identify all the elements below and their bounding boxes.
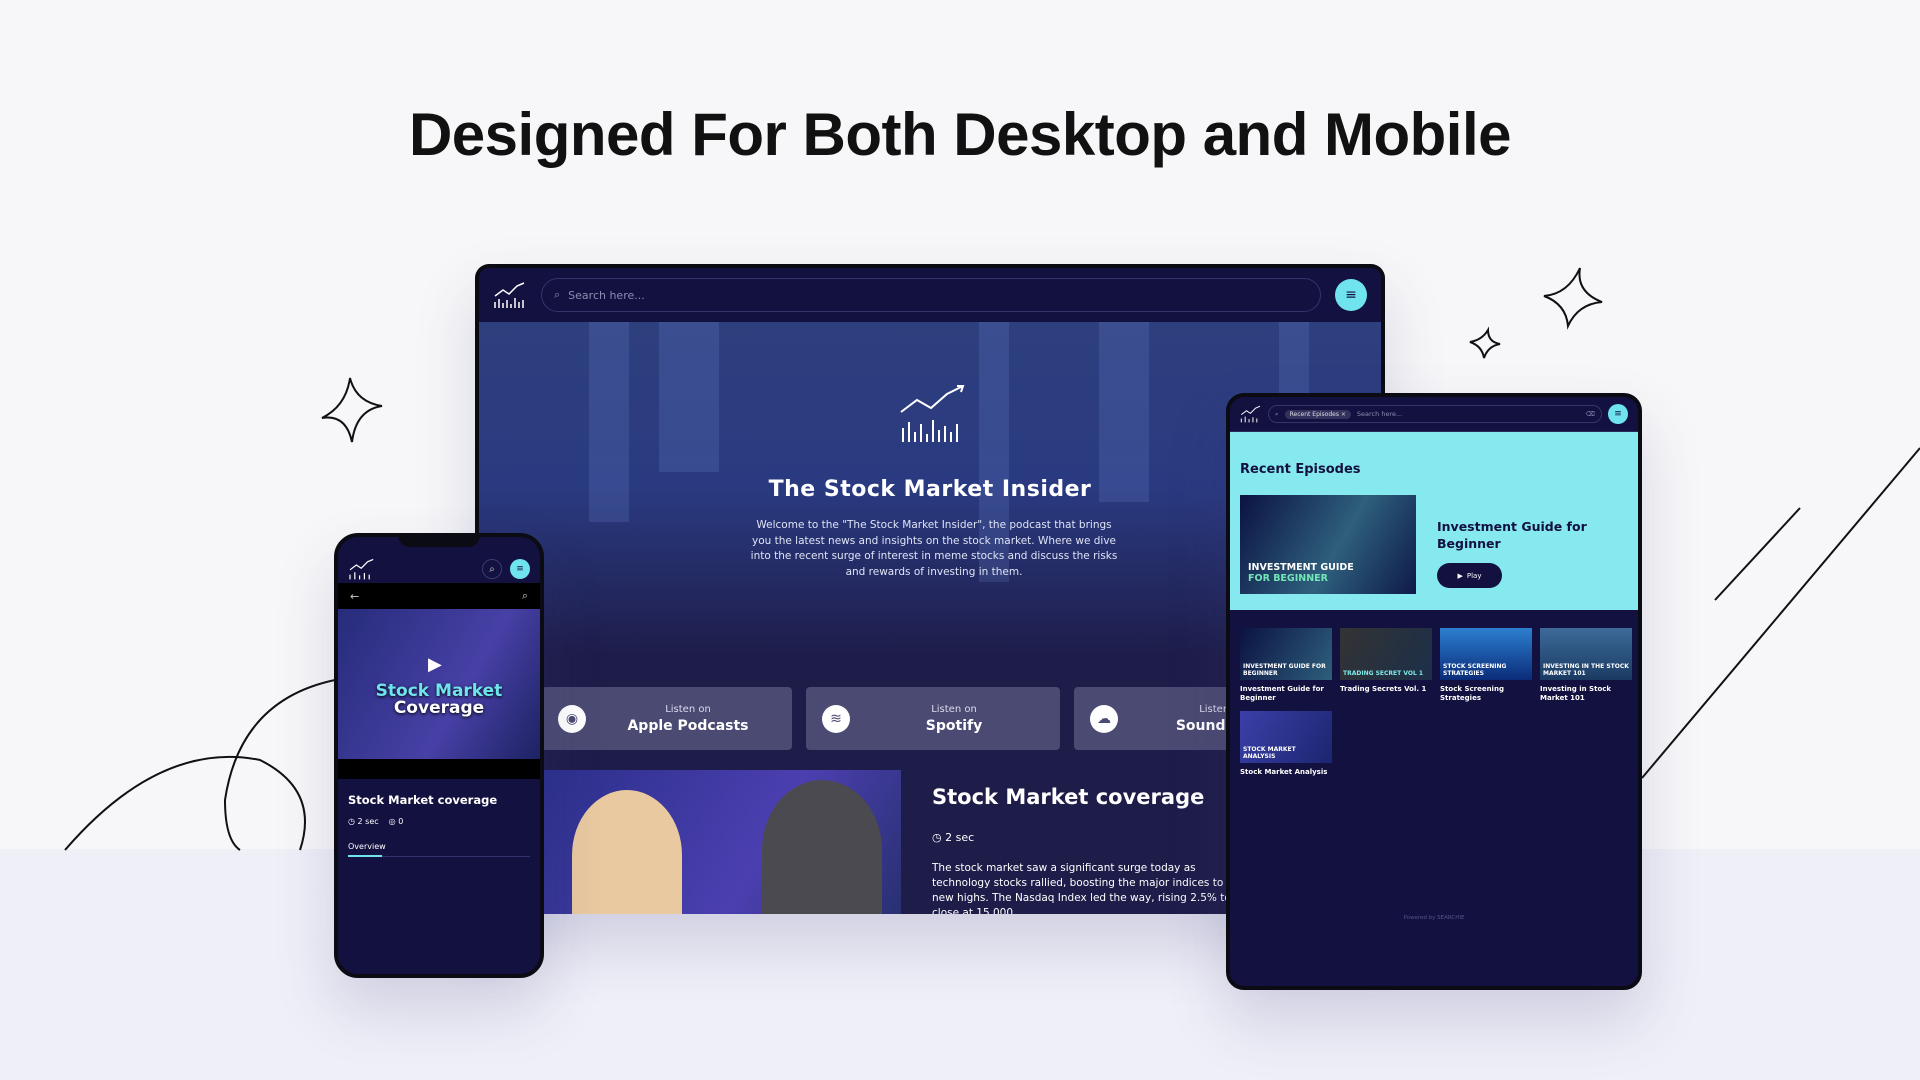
episode-grid: INVESTMENT GUIDE FOR BEGINNER Investment … bbox=[1230, 610, 1638, 795]
tab-overview[interactable]: Overview bbox=[348, 842, 530, 857]
play-icon[interactable]: ▶ bbox=[428, 654, 442, 675]
thumb: INVESTING IN THE STOCK MARKET 101 bbox=[1540, 628, 1632, 680]
featured-title: Investment Guide for Beginner bbox=[1437, 519, 1587, 551]
apple-podcasts-button[interactable]: ◉ Listen on Apple Podcasts bbox=[542, 687, 792, 750]
spotify-button[interactable]: ≋ Listen on Spotify bbox=[806, 687, 1060, 750]
card-label: Trading Secrets Vol. 1 bbox=[1340, 685, 1427, 693]
logo-icon bbox=[1240, 405, 1261, 423]
platform-name: Spotify bbox=[925, 717, 983, 734]
menu-button[interactable]: ≡ bbox=[510, 559, 530, 579]
phone-notch bbox=[398, 537, 480, 547]
curve-line bbox=[223, 679, 336, 851]
episode-description: The stock market saw a significant surge… bbox=[932, 862, 1231, 914]
episode-thumbnail[interactable] bbox=[542, 770, 901, 914]
hamburger-icon: ≡ bbox=[516, 564, 524, 574]
episode-card[interactable]: STOCK SCREENING STRATEGIES Stock Screenin… bbox=[1440, 628, 1532, 703]
search-button[interactable]: ⌕ bbox=[482, 559, 502, 579]
card-label: Stock Screening Strategies bbox=[1440, 685, 1504, 702]
sparkle-icon bbox=[1469, 326, 1501, 359]
thumb: INVESTMENT GUIDE FOR BEGINNER bbox=[1240, 628, 1332, 680]
platform-prefix: Listen on bbox=[931, 703, 977, 715]
card-label: Investment Guide for Beginner bbox=[1240, 685, 1324, 702]
phone-nav: ← ⌕ bbox=[338, 583, 540, 609]
powered-by: Powered by SEARCHIE bbox=[1403, 915, 1465, 921]
hero-description: Welcome to the "The Stock Market Insider… bbox=[750, 519, 1118, 578]
search-placeholder: Search here... bbox=[1356, 410, 1403, 418]
logo-icon bbox=[494, 282, 525, 308]
curve-line bbox=[64, 756, 306, 851]
search-input[interactable]: ⌕ Search here... bbox=[541, 278, 1321, 312]
diagonal-line bbox=[1641, 447, 1920, 779]
platform-prefix: Listen on bbox=[665, 703, 711, 715]
hero-logo-icon bbox=[900, 385, 965, 442]
search-icon: ⌕ bbox=[1275, 409, 1279, 418]
comments: ◎ 0 bbox=[388, 817, 404, 826]
play-button[interactable]: ▶ Play bbox=[1437, 563, 1502, 588]
episode-card[interactable]: STOCK MARKET ANALYSIS Stock Market Analys… bbox=[1240, 711, 1332, 777]
thumb: STOCK SCREENING STRATEGIES bbox=[1440, 628, 1532, 680]
card-label: Stock Market Analysis bbox=[1240, 768, 1328, 776]
soundcloud-icon: ☁ bbox=[1090, 704, 1118, 733]
back-arrow-icon[interactable]: ← bbox=[350, 590, 359, 603]
chip-label: Recent Episodes bbox=[1289, 410, 1339, 418]
thumb-line2: FOR BEGINNER bbox=[1248, 573, 1328, 584]
desktop-header: ⌕ Search here... ≡ bbox=[479, 268, 1381, 322]
menu-button[interactable]: ≡ bbox=[1608, 404, 1628, 424]
comments-count: 0 bbox=[398, 817, 404, 826]
play-icon: ▶ bbox=[1457, 571, 1463, 580]
thumb-line1: INVESTMENT GUIDE bbox=[1248, 562, 1354, 573]
episode-title: Stock Market coverage bbox=[348, 793, 498, 807]
sparkle-icon bbox=[1543, 267, 1603, 330]
hamburger-icon: ≡ bbox=[1345, 287, 1357, 303]
duration-text: 2 sec bbox=[945, 831, 975, 844]
search-icon[interactable]: ⌕ bbox=[522, 589, 528, 603]
episode-card[interactable]: INVESTMENT GUIDE FOR BEGINNER Investment … bbox=[1240, 628, 1332, 703]
duration-text: 2 sec bbox=[357, 817, 379, 826]
clock-icon: ◷ bbox=[932, 831, 942, 844]
episode-title: Stock Market coverage bbox=[932, 785, 1205, 809]
search-input[interactable]: ⌕ Recent Episodes × Search here... ⌫ bbox=[1268, 405, 1602, 423]
diagonal-line bbox=[1714, 507, 1801, 601]
episode-card[interactable]: TRADING SECRET VOL 1 Trading Secrets Vol.… bbox=[1340, 628, 1432, 703]
phone-mockup: ⌕ ≡ ← ⌕ ▶ Stock Market Coverage Stock Mar… bbox=[334, 533, 544, 978]
tablet-mockup: ⌕ Recent Episodes × Search here... ⌫ ≡ Rece… bbox=[1226, 393, 1642, 990]
logo-icon bbox=[349, 558, 374, 580]
spotify-icon: ≋ bbox=[822, 704, 850, 733]
featured-thumbnail[interactable]: INVESTMENT GUIDE FOR BEGINNER bbox=[1240, 495, 1416, 594]
thumb: TRADING SECRET VOL 1 bbox=[1340, 628, 1432, 680]
clear-icon[interactable]: ⌫ bbox=[1586, 410, 1595, 418]
menu-button[interactable]: ≡ bbox=[1335, 279, 1367, 311]
sparkle-icon bbox=[321, 377, 383, 443]
tablet-header: ⌕ Recent Episodes × Search here... ⌫ ≡ bbox=[1230, 397, 1638, 432]
search-icon: ⌕ bbox=[554, 288, 561, 301]
thumb: STOCK MARKET ANALYSIS bbox=[1240, 711, 1332, 763]
search-icon: ⌕ bbox=[489, 563, 495, 575]
episode-card[interactable]: INVESTING IN THE STOCK MARKET 101 Investi… bbox=[1540, 628, 1632, 703]
video-player[interactable]: ▶ Stock Market Coverage bbox=[338, 609, 540, 759]
featured-section: Recent Episodes INVESTMENT GUIDE FOR BEGI… bbox=[1230, 432, 1638, 610]
section-title: Recent Episodes bbox=[1240, 462, 1361, 477]
search-placeholder: Search here... bbox=[568, 288, 645, 302]
duration: ◷ 2 sec bbox=[348, 817, 379, 826]
platform-name: Apple Podcasts bbox=[627, 717, 749, 734]
episode-duration: ◷ 2 sec bbox=[932, 831, 974, 844]
podcast-icon: ◉ bbox=[558, 704, 586, 733]
video-title-line2: Coverage bbox=[393, 698, 485, 718]
play-label: Play bbox=[1466, 571, 1482, 580]
card-label: Investing in Stock Market 101 bbox=[1540, 685, 1612, 702]
filter-chip[interactable]: Recent Episodes × bbox=[1284, 409, 1351, 419]
hamburger-icon: ≡ bbox=[1614, 409, 1622, 419]
